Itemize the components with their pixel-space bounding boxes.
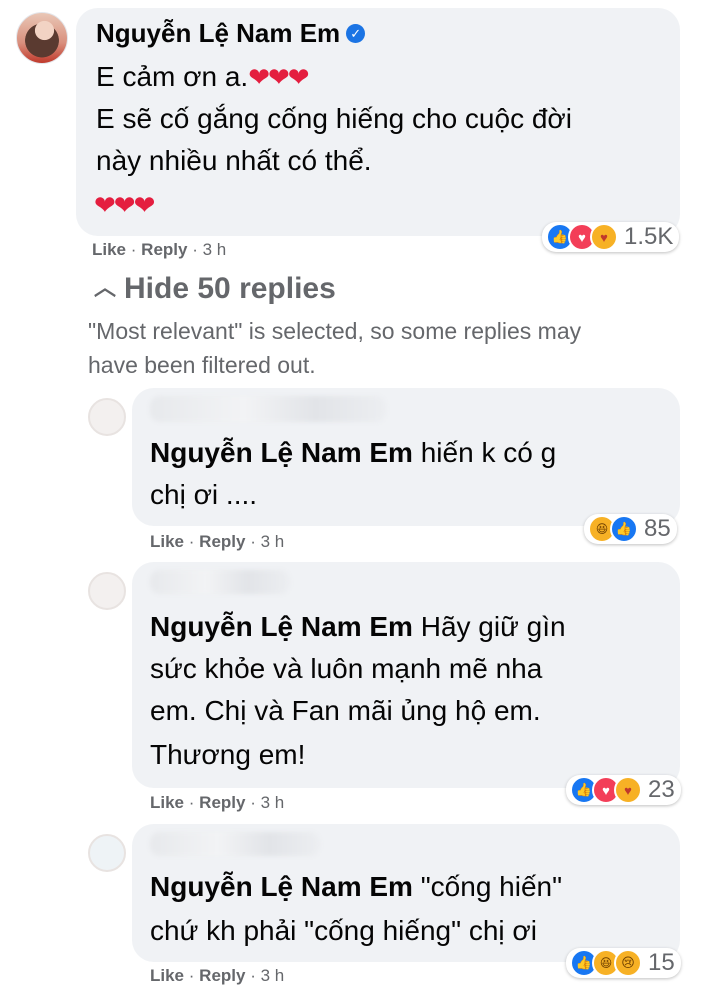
reply-actions: Like · Reply · 3 h <box>150 966 284 986</box>
reply-link[interactable]: Reply <box>141 240 187 259</box>
reply-text-line: Thương em! <box>150 739 306 770</box>
separator: · <box>250 793 256 812</box>
chevron-up-icon: ︿ <box>94 275 117 300</box>
care-icon: ♥ <box>590 223 618 251</box>
reply-link[interactable]: Reply <box>199 966 245 985</box>
separator: · <box>188 966 195 985</box>
reply-link[interactable]: Reply <box>199 532 245 551</box>
reply-text-line: chị ơi .... <box>150 479 258 510</box>
mention-link[interactable]: Nguyễn Lệ Nam Em <box>150 611 413 642</box>
comment-text-line: E sẽ cố gắng cống hiếng cho cuộc đời <box>96 103 573 134</box>
mention-link[interactable]: Nguyễn Lệ Nam Em <box>150 437 413 468</box>
timestamp[interactable]: 3 h <box>261 793 285 812</box>
mention-link[interactable]: Nguyễn Lệ Nam Em <box>150 871 413 902</box>
reply-actions: Like · Reply · 3 h <box>150 532 284 552</box>
like-link[interactable]: Like <box>150 793 184 812</box>
filter-note-line: have been filtered out. <box>88 352 316 378</box>
author-avatar[interactable] <box>16 12 68 64</box>
reply-link[interactable]: Reply <box>199 793 245 812</box>
like-link[interactable]: Like <box>92 240 126 259</box>
reply-text-line: Nguyễn Lệ Nam Em hiến k có g <box>150 432 556 474</box>
filter-note-line: "Most relevant" is selected, so some rep… <box>88 318 582 344</box>
verified-badge-icon: ✓ <box>346 23 366 43</box>
comment-text: E cảm ơn a. <box>96 61 249 92</box>
comment-text-line: này nhiều nhất có thể. <box>96 145 372 176</box>
reaction-count: 15 <box>648 949 675 976</box>
care-icon: ♥ <box>614 776 642 804</box>
reaction-count: 23 <box>648 776 675 803</box>
comment-text-line: E cảm ơn a.❤❤❤ <box>96 56 310 98</box>
author-name[interactable]: Nguyễn Lệ Nam Em <box>96 18 340 48</box>
hearts-emoji: ❤❤❤ <box>94 190 155 220</box>
reply-text-line: Nguyễn Lệ Nam Em Hãy giữ gìn <box>150 606 566 648</box>
redacted-name <box>150 396 386 422</box>
reply-text-line: Nguyễn Lệ Nam Em "cống hiến" <box>150 866 562 908</box>
timestamp[interactable]: 3 h <box>261 966 285 985</box>
reply-text: hiến k có g <box>420 437 557 468</box>
replier-avatar[interactable] <box>88 398 126 436</box>
reply-text-line: chứ kh phải "cống hiếng" chị ơi <box>150 915 537 946</box>
reaction-summary[interactable]: 👍 ♥ ♥ 1.5K <box>542 222 680 252</box>
reaction-count: 85 <box>644 515 671 542</box>
separator: · <box>192 240 198 259</box>
timestamp[interactable]: 3 h <box>261 532 285 551</box>
redacted-name <box>150 570 290 594</box>
replier-avatar[interactable] <box>88 572 126 610</box>
comment-author[interactable]: Nguyễn Lệ Nam Em ✓ <box>96 18 366 49</box>
replier-avatar[interactable] <box>88 834 126 872</box>
separator: · <box>250 532 256 551</box>
separator: · <box>188 793 195 812</box>
separator: · <box>188 532 195 551</box>
separator: · <box>250 966 256 985</box>
like-link[interactable]: Like <box>150 532 184 551</box>
reaction-summary[interactable]: 👍 ♥ ♥ 23 <box>566 775 681 805</box>
reply-actions: Like · Reply · 3 h <box>150 793 284 813</box>
hearts-emoji: ❤❤❤ <box>248 62 309 92</box>
redacted-name <box>150 832 320 856</box>
reaction-count: 1.5K <box>624 223 674 250</box>
comment-actions: Like · Reply · 3 h <box>92 240 226 260</box>
reply-text-line: em. Chị và Fan mãi ủng hộ em. <box>150 695 541 726</box>
reply-text: "cống hiến" <box>420 871 563 902</box>
reaction-summary[interactable]: 😆 👍 85 <box>584 514 677 544</box>
like-link[interactable]: Like <box>150 966 184 985</box>
reply-text: Hãy giữ gìn <box>420 611 566 642</box>
reply-text-line: sức khỏe và luôn mạnh mẽ nha <box>150 653 543 684</box>
sad-icon: 😢 <box>614 949 642 977</box>
hide-replies-button[interactable]: ︿ Hide 50 replies <box>94 272 336 306</box>
reaction-summary[interactable]: 👍 😆 😢 15 <box>566 948 681 978</box>
like-icon: 👍 <box>610 515 638 543</box>
separator: · <box>130 240 137 259</box>
timestamp[interactable]: 3 h <box>203 240 227 259</box>
hide-replies-label: Hide 50 replies <box>124 272 336 305</box>
